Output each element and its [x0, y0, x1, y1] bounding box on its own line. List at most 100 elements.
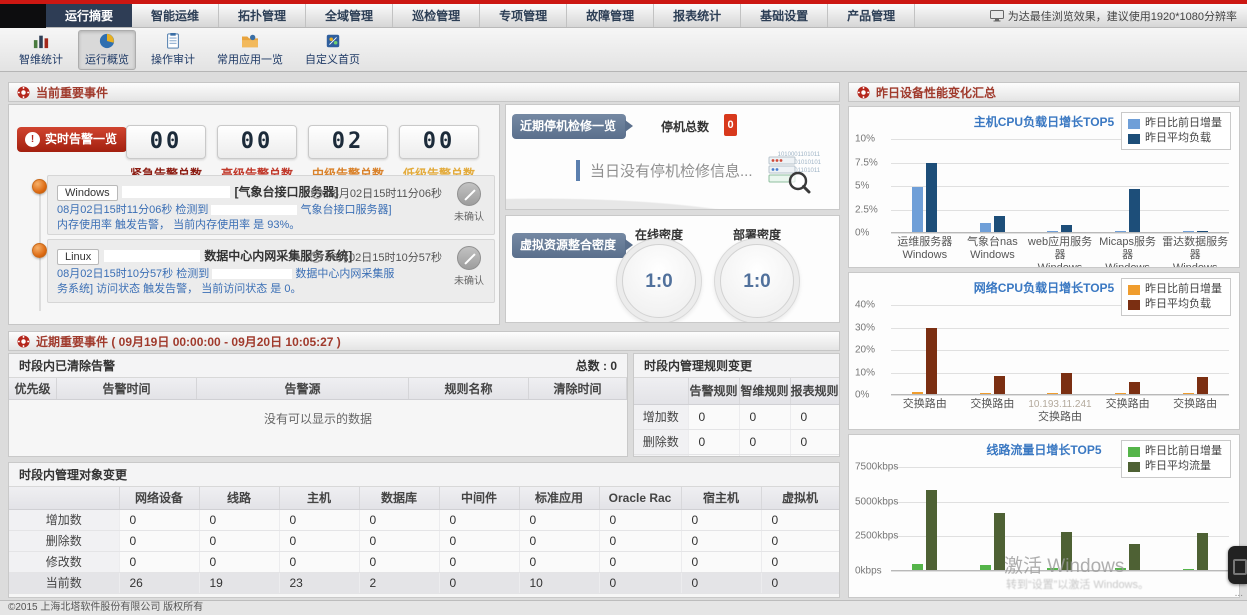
maintenance-ribbon[interactable]: 近期停机检修一览 — [512, 114, 626, 139]
tab-basic-settings[interactable]: 基础设置 — [741, 4, 828, 27]
column-header: 标准应用 — [519, 487, 599, 509]
tab-intelligent-ops[interactable]: 智能运维 — [132, 4, 219, 27]
confirm-pencil-button[interactable] — [457, 246, 481, 270]
screenshot-tool-button[interactable] — [1228, 546, 1247, 584]
tab-fault-mgmt[interactable]: 故障管理 — [567, 4, 654, 27]
tab-report-stats[interactable]: 报表统计 — [654, 4, 741, 27]
legend-entry: 昨日平均负载 — [1128, 297, 1222, 312]
table-row: 修改数000 — [634, 454, 839, 457]
tab-topology[interactable]: 拓扑管理 — [219, 4, 306, 27]
table-row: 增加数000 — [634, 404, 839, 429]
table-cell: 0 — [761, 572, 839, 593]
bar — [912, 564, 923, 570]
x-category-label: 10.193.11.241交换路由 — [1026, 398, 1094, 424]
legend-entry: 昨日比前日增量 — [1128, 116, 1222, 131]
legend-swatch-icon — [1128, 285, 1140, 295]
toolbar-item-common-apps[interactable]: 常用应用一览 — [210, 30, 290, 70]
alert-message: 08月02日15时10分57秒 检测到 数据中心内网采集服务系统] 访问状态 触… — [57, 267, 402, 297]
chart-legend: 昨日比前日增量昨日平均负载 — [1121, 278, 1231, 316]
column-header: 规则名称 — [409, 378, 529, 399]
bar — [912, 392, 923, 394]
bar — [980, 393, 991, 394]
table-cell: 0 — [739, 404, 790, 429]
table-cell: 26 — [119, 572, 199, 593]
redacted-text — [212, 269, 292, 279]
online-density-gauge: 1:0 — [622, 244, 696, 318]
tab-inspection[interactable]: 巡检管理 — [393, 4, 480, 27]
deploy-density-gauge: 1:0 — [720, 244, 794, 318]
os-badge: Linux — [57, 249, 99, 265]
confirm-pencil-button[interactable] — [457, 182, 481, 206]
table-cell: 0 — [790, 404, 839, 429]
toolbar-item-ops-stats[interactable]: 智维统计 — [12, 30, 70, 70]
column-header: 优先级 — [9, 378, 57, 399]
tab-global-mgmt[interactable]: 全域管理 — [306, 4, 393, 27]
table-cell: 0 — [761, 551, 839, 572]
table-cell: 0 — [599, 509, 681, 530]
legend-entry: 昨日比前日增量 — [1128, 444, 1222, 459]
tab-special-mgmt[interactable]: 专项管理 — [480, 4, 567, 27]
table-cell: 0 — [761, 509, 839, 530]
bar — [1047, 231, 1058, 232]
table-cell: 0 — [688, 454, 739, 457]
table-cell: 0 — [739, 429, 790, 454]
y-tick-label: 0% — [855, 228, 869, 239]
toolbar-item-custom-home[interactable]: 自定义首页 — [298, 30, 367, 70]
nav-left-edge — [0, 4, 46, 28]
bar-chart-icon — [31, 33, 51, 49]
bar — [1129, 544, 1140, 570]
object-changes-title: 时段内管理对象变更 — [19, 468, 127, 482]
bar — [1183, 393, 1194, 394]
online-density-label: 在线密度 — [622, 226, 696, 243]
bar — [1197, 377, 1208, 394]
toolbar-item-label: 自定义首页 — [305, 51, 360, 67]
toolbar-item-run-overview[interactable]: 运行概览 — [78, 30, 136, 70]
x-category-label: Micaps服务器Windows — [1094, 236, 1162, 268]
virtual-density-ribbon[interactable]: 虚拟资源整合密度 — [512, 233, 626, 258]
table-cell: 0 — [199, 530, 279, 551]
table-cell: 0 — [199, 509, 279, 530]
table-cell: 0 — [790, 429, 839, 454]
high-alarm-counter: 00 — [217, 125, 297, 159]
legend-label: 昨日比前日增量 — [1145, 444, 1222, 459]
column-header: 告警源 — [197, 378, 409, 399]
y-tick-label: 7.5% — [855, 157, 878, 168]
table-cell: 0 — [519, 551, 599, 572]
cleared-alarms-header-row: 优先级告警时间告警源规则名称清除时间 — [9, 378, 627, 400]
clock-icon — [310, 251, 322, 263]
legend-swatch-icon — [1128, 300, 1140, 310]
chart-legend: 昨日比前日增量昨日平均流量 — [1121, 440, 1231, 478]
bar — [980, 223, 991, 232]
x-category-label: 交换路由 — [891, 398, 959, 424]
object-changes-table: 网络设备线路主机数据库中间件标准应用Oracle Rac宿主机虚拟机增加数000… — [9, 487, 840, 594]
bar — [994, 216, 1005, 232]
x-axis-labels: 运维服务器Windows气象台nasWindowsweb应用服务器Windows… — [891, 236, 1229, 268]
column-header — [634, 378, 688, 404]
bar-group — [1026, 139, 1094, 232]
alert-time-text: 08月02日15时11分06秒 — [327, 185, 442, 201]
y-tick-label: 20% — [855, 345, 875, 356]
column-header: 数据库 — [359, 487, 439, 509]
table-cell: 0 — [439, 530, 519, 551]
tab-run-summary[interactable]: 运行摘要 — [46, 4, 132, 27]
alert-message: 08月02日15时11分06秒 检测到 气象台接口服务器] 内存使用率 触发告警… — [57, 203, 402, 233]
table-cell: 0 — [439, 572, 519, 593]
realtime-alert-ribbon[interactable]: ! 实时告警一览 — [17, 127, 127, 152]
row-label: 增加数 — [9, 509, 119, 530]
redacted-text — [122, 186, 230, 198]
alert-time: 08月02日15时10分57秒 — [310, 249, 442, 265]
chart-legend: 昨日比前日增量昨日平均负载 — [1121, 112, 1231, 150]
bar-group — [1026, 305, 1094, 394]
overflow-dots: ... — [1235, 588, 1243, 599]
x-category-label: 雷达数据服务器Windows — [1161, 236, 1229, 268]
bar — [1197, 231, 1208, 232]
toolbar-item-audit[interactable]: 操作审计 — [144, 30, 202, 70]
bar — [1129, 189, 1140, 232]
y-tick-label: 10% — [855, 367, 875, 378]
alert-time: 08月02日15时11分06秒 — [311, 185, 442, 201]
bar — [1061, 373, 1072, 394]
monitor-icon — [990, 10, 1004, 22]
device-performance-title: 昨日设备性能变化汇总 — [876, 84, 996, 101]
column-header: 中间件 — [439, 487, 519, 509]
tab-product-mgmt[interactable]: 产品管理 — [828, 4, 915, 27]
